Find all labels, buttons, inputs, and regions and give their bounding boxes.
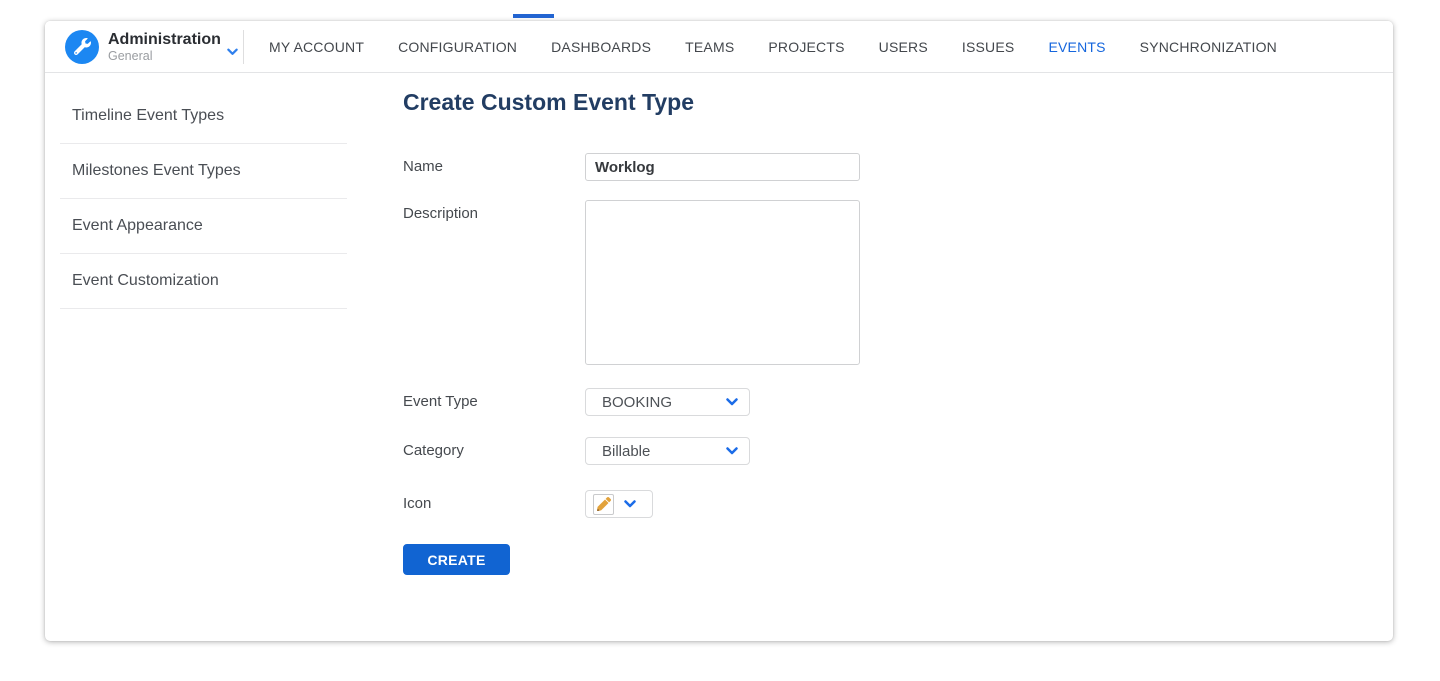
app-switcher-text: Administration General [108, 31, 221, 63]
sidebar-item-label: Event Customization [72, 272, 219, 290]
sidebar-item-event-appearance[interactable]: Event Appearance [60, 199, 347, 254]
nav-item-configuration[interactable]: CONFIGURATION [398, 39, 517, 55]
nav-item-users[interactable]: USERS [879, 39, 928, 55]
category-label: Category [403, 437, 585, 459]
sidebar-item-label: Event Appearance [72, 217, 203, 235]
app-title: Administration [108, 31, 221, 49]
sidebar-item-timeline-event-types[interactable]: Timeline Event Types [60, 89, 347, 144]
sidebar-item-label: Milestones Event Types [72, 162, 241, 180]
name-input[interactable] [585, 153, 860, 181]
chevron-down-icon [624, 500, 636, 508]
wrench-icon [74, 38, 91, 55]
chevron-down-icon [227, 48, 238, 56]
selected-icon-tile [593, 494, 614, 515]
nav-item-projects[interactable]: PROJECTS [768, 39, 844, 55]
page-title: Create Custom Event Type [403, 89, 694, 116]
event-type-select[interactable]: BOOKING [585, 388, 750, 416]
sidebar: Timeline Event Types Milestones Event Ty… [45, 74, 403, 309]
main-content: Create Custom Event Type Name Descriptio… [403, 73, 1392, 641]
category-select[interactable]: Billable [585, 437, 750, 465]
description-label: Description [403, 200, 585, 222]
app-header: Administration General MY ACCOUNT CONFIG… [45, 21, 1393, 73]
category-value: Billable [602, 443, 650, 460]
app-subtitle: General [108, 49, 221, 63]
administration-logo [65, 30, 99, 64]
icon-select[interactable] [585, 490, 653, 518]
nav-item-issues[interactable]: ISSUES [962, 39, 1015, 55]
chevron-down-icon [726, 447, 738, 455]
event-type-label: Event Type [403, 388, 585, 410]
sidebar-item-label: Timeline Event Types [72, 107, 224, 125]
name-row: Name [403, 153, 860, 181]
app-window: Administration General MY ACCOUNT CONFIG… [45, 21, 1393, 641]
nav-item-synchronization[interactable]: SYNCHRONIZATION [1140, 39, 1277, 55]
icon-label: Icon [403, 490, 585, 512]
nav-item-events[interactable]: EVENTS [1048, 39, 1105, 55]
sidebar-item-event-customization[interactable]: Event Customization [60, 254, 347, 309]
name-label: Name [403, 153, 585, 175]
nav-item-dashboards[interactable]: DASHBOARDS [551, 39, 651, 55]
browser-tab-indicator [513, 14, 554, 18]
sidebar-item-milestones-event-types[interactable]: Milestones Event Types [60, 144, 347, 199]
app-switcher[interactable]: Administration General [45, 30, 243, 64]
description-row: Description [403, 200, 860, 365]
event-type-row: Event Type BOOKING [403, 388, 750, 416]
top-nav: MY ACCOUNT CONFIGURATION DASHBOARDS TEAM… [244, 39, 1277, 55]
description-textarea[interactable] [585, 200, 860, 365]
pencil-icon [597, 497, 611, 511]
create-button[interactable]: CREATE [403, 544, 510, 575]
category-row: Category Billable [403, 437, 750, 465]
icon-row: Icon [403, 490, 653, 518]
nav-item-teams[interactable]: TEAMS [685, 39, 734, 55]
event-type-value: BOOKING [602, 394, 672, 411]
nav-item-my-account[interactable]: MY ACCOUNT [269, 39, 364, 55]
chevron-down-icon [726, 398, 738, 406]
